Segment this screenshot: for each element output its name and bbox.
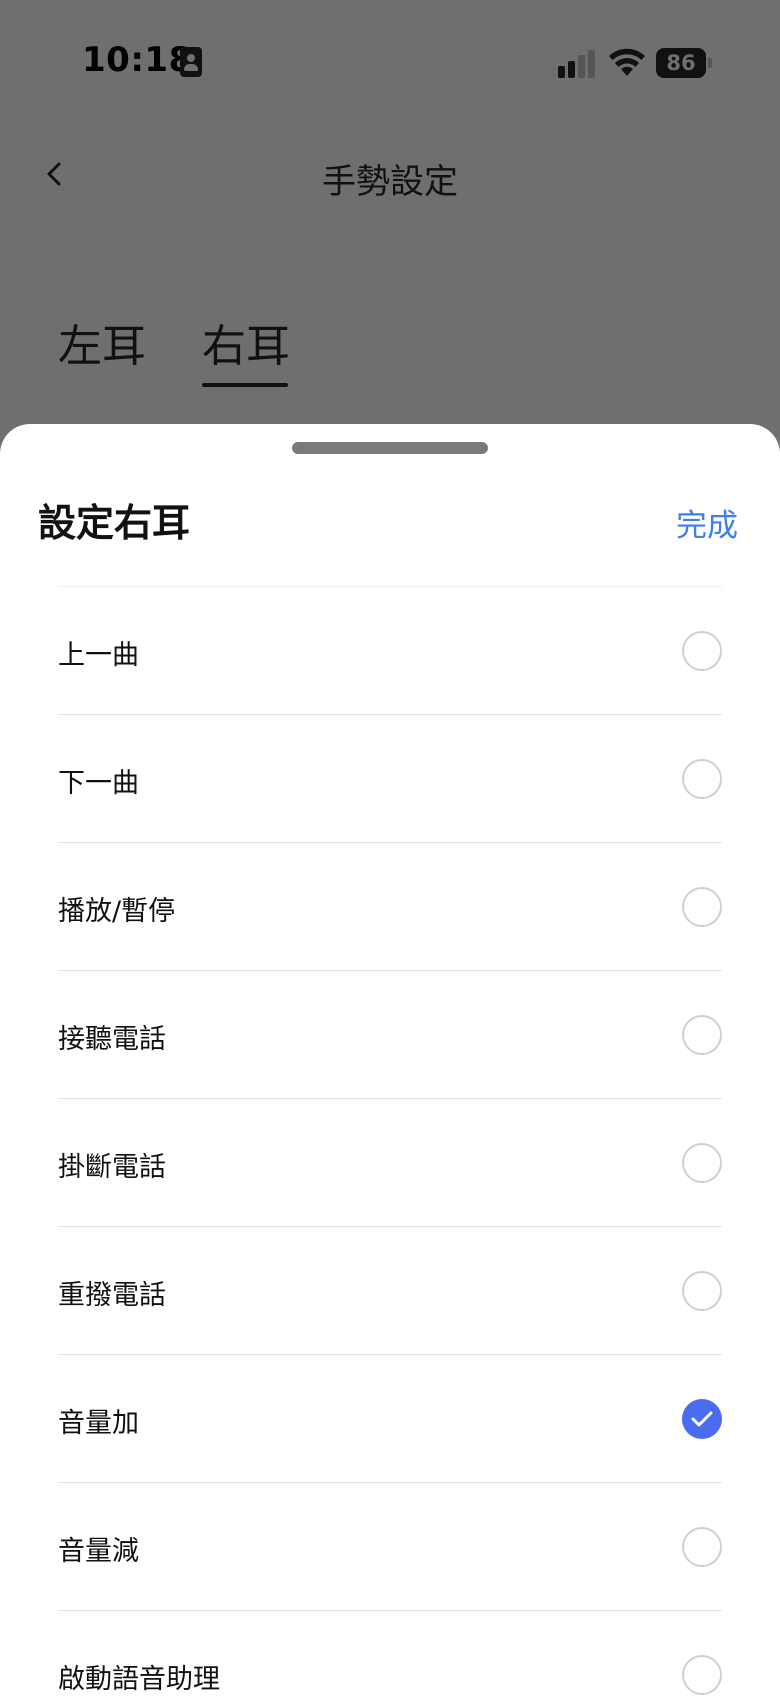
page-title: 手勢設定 [322, 162, 458, 202]
status-time: 10:18 [82, 40, 193, 80]
radio-button[interactable] [682, 1655, 722, 1695]
radio-button[interactable] [682, 887, 722, 927]
sheet-title: 設定右耳 [38, 501, 191, 545]
wifi-icon [609, 48, 645, 76]
option-label: 音量減 [58, 1536, 139, 1567]
sheet-grabber[interactable] [292, 442, 488, 454]
option-voice-assistant[interactable]: 啟動語音助理 [58, 1611, 722, 1696]
battery-level: 86 [656, 48, 706, 78]
done-button[interactable]: 完成 [676, 500, 738, 545]
option-answer-call[interactable]: 接聽電話 [58, 971, 722, 1099]
nav-bar: 手勢設定 [0, 140, 780, 210]
option-end-call[interactable]: 掛斷電話 [58, 1099, 722, 1227]
radio-button[interactable] [682, 1527, 722, 1567]
radio-button[interactable] [682, 1143, 722, 1183]
radio-button[interactable] [682, 759, 722, 799]
tab-left-ear[interactable]: 左耳 [58, 310, 146, 374]
option-volume-up[interactable]: 音量加 [58, 1355, 722, 1483]
option-label: 下一曲 [58, 768, 139, 799]
battery-icon: 86 [656, 48, 712, 78]
option-label: 上一曲 [58, 640, 139, 671]
radio-button[interactable] [682, 631, 722, 671]
tab-right-ear[interactable]: 右耳 [202, 310, 290, 374]
option-previous-track[interactable]: 上一曲 [58, 587, 722, 715]
id-card-icon [180, 47, 202, 77]
option-next-track[interactable]: 下一曲 [58, 715, 722, 843]
radio-button[interactable] [682, 1015, 722, 1055]
ear-tabs: 左耳 右耳 [0, 310, 780, 390]
gesture-option-list: 上一曲 下一曲 播放/暫停 接聽電話 掛斷電話 重撥電話 音量加 音量減 啟動語… [58, 587, 722, 1696]
option-redial[interactable]: 重撥電話 [58, 1227, 722, 1355]
option-label: 重撥電話 [58, 1280, 166, 1311]
option-label: 啟動語音助理 [58, 1664, 220, 1695]
option-label: 音量加 [58, 1408, 139, 1439]
option-volume-down[interactable]: 音量減 [58, 1483, 722, 1611]
option-label: 接聽電話 [58, 1024, 166, 1055]
bottom-sheet: 設定右耳 完成 上一曲 下一曲 播放/暫停 接聽電話 掛斷電話 重撥電話 音量加 [0, 424, 780, 1696]
radio-button-checked[interactable] [682, 1399, 722, 1439]
option-label: 掛斷電話 [58, 1152, 166, 1183]
radio-button[interactable] [682, 1271, 722, 1311]
cellular-signal-icon [558, 50, 598, 78]
option-play-pause[interactable]: 播放/暫停 [58, 843, 722, 971]
status-bar: 10:18 86 [0, 0, 780, 120]
active-tab-indicator [202, 383, 288, 387]
option-label: 播放/暫停 [58, 896, 176, 927]
checkmark-icon [691, 1411, 713, 1427]
